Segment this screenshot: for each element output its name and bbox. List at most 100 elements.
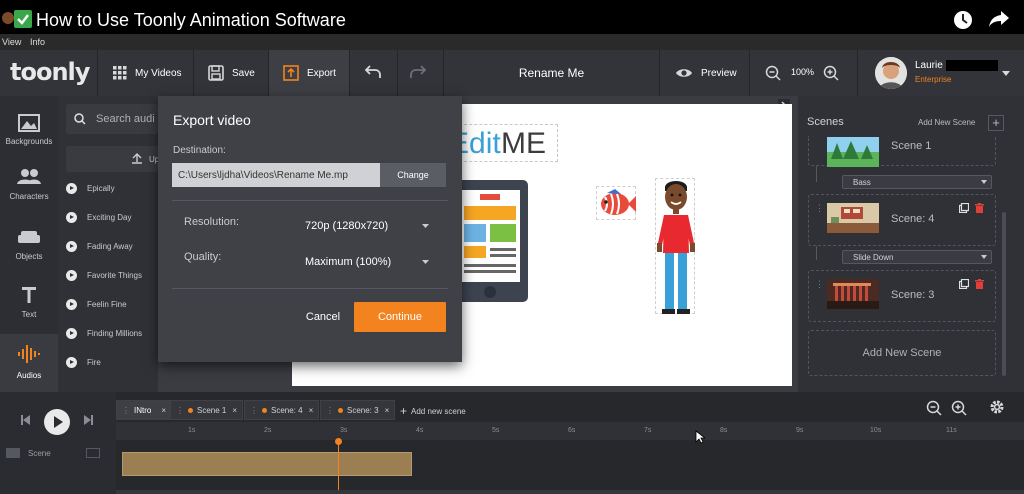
zoom-in-icon[interactable] [951, 400, 967, 416]
add-new-scene-link[interactable]: Add New Scene [918, 118, 975, 127]
play-icon[interactable] [66, 182, 77, 194]
transition-select[interactable]: Bass [842, 175, 992, 189]
sidebar: Backgrounds Characters Objects Text Audi… [0, 96, 58, 392]
continue-button[interactable]: Continue [354, 302, 446, 332]
cancel-button[interactable]: Cancel [296, 303, 350, 331]
upload-audio-button[interactable]: Up [66, 146, 159, 172]
tab-scene-4[interactable]: ⋮ Scene: 4 × [244, 400, 320, 420]
avatar[interactable] [875, 57, 907, 89]
scene-card[interactable]: Scene 1 [808, 136, 996, 167]
change-button[interactable]: Change [380, 163, 446, 187]
list-item[interactable]: Fading Away [66, 237, 162, 255]
close-icon[interactable]: × [309, 406, 314, 415]
play-icon[interactable] [66, 240, 77, 252]
sidebar-item-objects[interactable]: Objects [0, 218, 58, 276]
duplicate-icon[interactable] [959, 279, 969, 289]
playhead-handle[interactable] [335, 438, 342, 445]
chevron-down-icon [422, 260, 429, 264]
skip-back-icon[interactable] [20, 415, 32, 425]
sidebar-item-text[interactable]: Text [0, 276, 58, 334]
close-icon[interactable]: × [385, 406, 390, 415]
tab-label: Scene: 3 [347, 405, 379, 415]
project-name[interactable]: Rename Me [444, 50, 659, 96]
zoom-out-icon[interactable] [926, 400, 942, 416]
scenes-title: Scenes [807, 116, 844, 128]
play-button[interactable] [44, 409, 70, 435]
tick-label: 11s [946, 427, 957, 434]
zoom-out-icon[interactable] [765, 65, 781, 81]
export-button[interactable]: Export [283, 50, 336, 96]
tab-intro[interactable]: ⋮ INtro × [116, 400, 173, 420]
horizontal-scrollbar[interactable] [116, 490, 1024, 494]
play-icon[interactable] [66, 327, 77, 339]
close-icon[interactable]: × [161, 406, 166, 415]
sidebar-item-label: Objects [15, 252, 43, 261]
toonly-logo[interactable]: toonly [10, 58, 90, 86]
skip-forward-icon[interactable] [82, 415, 94, 425]
quality-label: Quality: [184, 251, 222, 263]
play-icon[interactable] [66, 298, 77, 310]
list-item[interactable]: Epically [66, 179, 162, 197]
search-input[interactable]: Search audi [96, 113, 155, 125]
user-plan: Enterprise [915, 75, 952, 84]
delete-icon[interactable] [975, 203, 984, 213]
share-icon[interactable] [988, 10, 1010, 28]
gear-icon[interactable] [989, 399, 1005, 415]
chevron-down-icon[interactable] [1002, 71, 1010, 76]
status-dot [188, 407, 193, 413]
transition-select[interactable]: Slide Down [842, 250, 992, 264]
tick-label: 10s [870, 427, 882, 434]
close-icon[interactable]: × [232, 406, 237, 415]
toolbar-divider [659, 50, 660, 96]
sidebar-item-audios[interactable]: Audios [0, 334, 58, 392]
quality-select[interactable]: Maximum (100%) [298, 249, 434, 273]
my-videos-button[interactable]: My Videos [113, 50, 182, 96]
save-button[interactable]: Save [208, 50, 255, 96]
menu-view[interactable]: View [2, 37, 21, 47]
sidebar-item-backgrounds[interactable]: Backgrounds [0, 102, 58, 160]
track-toggle-icon[interactable] [86, 448, 100, 458]
fish-object[interactable] [596, 186, 636, 220]
list-item[interactable]: Feelin Fine [66, 295, 162, 313]
plus-icon[interactable]: + [988, 115, 1004, 131]
list-item[interactable]: Finding Millions [66, 324, 162, 342]
preview-button[interactable]: Preview [675, 50, 737, 96]
duplicate-icon[interactable] [959, 203, 969, 213]
scene-name: Scene: 3 [891, 289, 935, 301]
destination-field[interactable]: C:\Users\ljdha\Videos\Rename Me.mp [172, 163, 380, 187]
scrollbar[interactable] [1002, 212, 1006, 376]
play-icon[interactable] [66, 269, 77, 281]
watch-later-icon[interactable] [953, 10, 973, 30]
list-item[interactable]: Fire [66, 353, 162, 371]
add-new-scene-tab[interactable]: + Add new scene [400, 404, 466, 418]
redo-icon[interactable] [409, 64, 427, 80]
menu-info[interactable]: Info [30, 37, 45, 47]
preview-label: Preview [701, 67, 737, 79]
delete-icon[interactable] [975, 279, 984, 289]
zoom-in-icon[interactable] [823, 65, 839, 81]
list-item[interactable]: Favorite Things [66, 266, 162, 284]
tab-scene-1[interactable]: ⋮ Scene 1 × [170, 400, 244, 420]
play-icon[interactable] [66, 211, 77, 223]
backgrounds-icon [18, 114, 40, 132]
tab-scene-3[interactable]: ⋮ Scene: 3 × [320, 400, 396, 420]
screen-text-line [464, 264, 516, 267]
play-icon[interactable] [66, 356, 77, 368]
scene-card[interactable]: ⋮⋮ Scene: 3 [808, 270, 996, 322]
scene-clip[interactable] [122, 452, 412, 476]
resolution-select[interactable]: 720p (1280x720) [298, 214, 434, 238]
sidebar-item-characters[interactable]: Characters [0, 160, 58, 218]
audio-item-label: Fire [87, 357, 101, 367]
transition-value: Slide Down [853, 253, 894, 262]
character-object[interactable] [655, 178, 695, 314]
audio-search-field[interactable]: Search audi [66, 104, 158, 134]
tablet-object[interactable] [452, 180, 528, 302]
add-new-scene-button[interactable]: Add New Scene [808, 330, 996, 376]
list-item[interactable]: Exciting Day [66, 208, 162, 226]
toolbar-divider [397, 50, 398, 96]
status-dot [262, 407, 267, 413]
channel-avatar[interactable] [2, 12, 14, 24]
undo-icon[interactable] [364, 64, 382, 80]
scene-card[interactable]: ⋮⋮ Scene: 4 [808, 194, 996, 246]
audio-item-label: Finding Millions [87, 328, 143, 338]
